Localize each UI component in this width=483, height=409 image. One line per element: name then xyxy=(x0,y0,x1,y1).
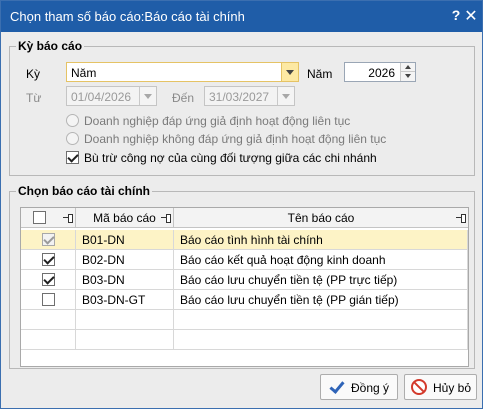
select-all-checkbox[interactable] xyxy=(33,211,46,224)
spin-up-icon[interactable] xyxy=(400,63,415,72)
table-row-empty xyxy=(21,310,468,330)
row-select-cell xyxy=(21,250,76,270)
den-label: Đến xyxy=(172,91,195,105)
column-header-code-label: Mã báo cáo xyxy=(93,211,156,225)
row-code: B01-DN xyxy=(82,233,125,247)
period-group-title: Kỳ báo cáo xyxy=(16,39,85,53)
offset-checkbox-row[interactable]: Bù trừ công nợ của cùng đối tượng giữa c… xyxy=(66,150,446,166)
table-row-empty xyxy=(21,330,468,350)
pin-icon[interactable] xyxy=(63,213,73,223)
tu-date-field[interactable]: 01/04/2026 xyxy=(66,86,157,106)
row-checkbox xyxy=(42,233,55,246)
cancel-button-label: Hủy bỏ xyxy=(433,381,472,395)
table-row[interactable]: B01-DN Báo cáo tình hình tài chính xyxy=(21,230,468,250)
nam-spinner-value: 2026 xyxy=(368,66,395,80)
ok-button[interactable]: Đồng ý xyxy=(320,374,398,400)
row-code: B03-DN-GT xyxy=(82,293,146,307)
row-checkbox[interactable] xyxy=(42,253,55,266)
row-select-cell xyxy=(21,290,76,310)
table-row[interactable]: B03-DN-GT Báo cáo lưu chuyển tiền tệ (PP… xyxy=(21,290,468,310)
nam-label: Năm xyxy=(307,67,333,81)
empty-cell xyxy=(174,310,468,330)
pin-icon[interactable] xyxy=(456,213,466,223)
radio-button[interactable] xyxy=(66,132,79,145)
empty-cell xyxy=(174,330,468,350)
row-code: B03-DN xyxy=(82,273,125,287)
row-name-cell: Báo cáo kết quả hoạt động kinh doanh xyxy=(174,250,468,270)
table-header: Mã báo cáo Tên báo cáo xyxy=(21,208,468,228)
spin-down-icon[interactable] xyxy=(400,72,415,81)
cancel-icon xyxy=(411,379,427,395)
report-table: Mã báo cáo Tên báo cáo B01-DN Báo cáo tì… xyxy=(20,207,469,367)
checkmark-icon xyxy=(328,379,344,395)
column-header-name-label: Tên báo cáo xyxy=(287,211,355,225)
empty-cell xyxy=(21,330,76,350)
empty-cell xyxy=(21,310,76,330)
period-group: Kỳ báo cáo Kỳ Năm Năm 2026 Từ 01/04/2026… xyxy=(9,39,475,176)
empty-cell xyxy=(76,310,174,330)
column-header-code[interactable]: Mã báo cáo xyxy=(76,208,174,228)
dialog-window: Chọn tham số báo cáo:Báo cáo tài chính ?… xyxy=(0,0,483,409)
row-name: Báo cáo tình hình tài chính xyxy=(180,233,323,247)
row-name-cell: Báo cáo lưu chuyển tiền tệ (PP trực tiếp… xyxy=(174,270,468,290)
close-icon[interactable]: ✕ xyxy=(463,6,479,25)
empty-cell xyxy=(76,330,174,350)
radio-button[interactable] xyxy=(66,114,79,127)
help-icon[interactable]: ? xyxy=(450,7,462,23)
row-code-cell: B02-DN xyxy=(76,250,174,270)
offset-checkbox-label: Bù trừ công nợ của cùng đối tượng giữa c… xyxy=(84,151,377,165)
ky-combo-value: Năm xyxy=(71,66,97,80)
ky-combo[interactable]: Năm xyxy=(66,62,299,82)
ok-button-label: Đồng ý xyxy=(351,381,390,395)
radio-not-going-concern[interactable]: Doanh nghiệp không đáp ứng giả định hoạt… xyxy=(66,131,446,147)
row-name-cell: Báo cáo lưu chuyển tiền tệ (PP gián tiếp… xyxy=(174,290,468,310)
tu-date-value: 01/04/2026 xyxy=(71,90,132,104)
chevron-down-icon[interactable] xyxy=(281,63,298,81)
tu-label: Từ xyxy=(26,91,42,105)
report-group-title: Chọn báo cáo tài chính xyxy=(16,184,153,198)
window-title: Chọn tham số báo cáo:Báo cáo tài chính xyxy=(10,9,245,24)
title-bar: Chọn tham số báo cáo:Báo cáo tài chính ?… xyxy=(1,1,482,32)
radio-not-going-concern-label: Doanh nghiệp không đáp ứng giả định hoạt… xyxy=(84,132,387,146)
nam-spinner[interactable]: 2026 xyxy=(344,62,416,82)
column-header-select[interactable] xyxy=(21,208,76,228)
row-code-cell: B03-DN-GT xyxy=(76,290,174,310)
radio-going-concern-label: Doanh nghiệp đáp ứng giả định hoạt động … xyxy=(84,114,351,128)
den-date-field[interactable]: 31/03/2027 xyxy=(204,86,295,106)
row-name-cell: Báo cáo tình hình tài chính xyxy=(174,230,468,250)
offset-checkbox[interactable] xyxy=(66,151,79,164)
row-code: B02-DN xyxy=(82,253,125,267)
column-header-name[interactable]: Tên báo cáo xyxy=(174,208,468,228)
ky-label: Kỳ xyxy=(26,67,41,81)
row-code-cell: B01-DN xyxy=(76,230,174,250)
chevron-down-icon[interactable] xyxy=(277,87,294,105)
row-code-cell: B03-DN xyxy=(76,270,174,290)
row-select-cell xyxy=(21,230,76,250)
chevron-down-icon[interactable] xyxy=(139,87,156,105)
pin-icon[interactable] xyxy=(161,213,171,223)
table-row[interactable]: B03-DN Báo cáo lưu chuyển tiền tệ (PP tr… xyxy=(21,270,468,290)
den-date-value: 31/03/2027 xyxy=(209,90,270,104)
row-name: Báo cáo lưu chuyển tiền tệ (PP gián tiếp… xyxy=(180,293,399,307)
row-name: Báo cáo kết quả hoạt động kinh doanh xyxy=(180,253,386,267)
cancel-button[interactable]: Hủy bỏ xyxy=(404,374,477,400)
row-checkbox[interactable] xyxy=(42,293,55,306)
table-row[interactable]: B02-DN Báo cáo kết quả hoạt động kinh do… xyxy=(21,250,468,270)
radio-going-concern[interactable]: Doanh nghiệp đáp ứng giả định hoạt động … xyxy=(66,113,396,129)
row-select-cell xyxy=(21,270,76,290)
row-name: Báo cáo lưu chuyển tiền tệ (PP trực tiếp… xyxy=(180,273,398,287)
row-checkbox[interactable] xyxy=(42,273,55,286)
